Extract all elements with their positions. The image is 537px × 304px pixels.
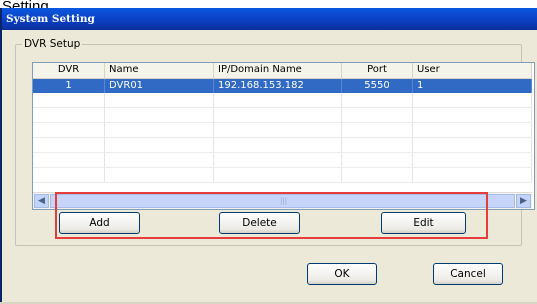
empty-row xyxy=(33,108,532,123)
cell-name: DVR01 xyxy=(105,79,214,93)
empty-row xyxy=(33,138,532,153)
empty-row xyxy=(33,153,532,168)
dvr-list-table[interactable]: DVR Name IP/Domain Name Port User 1 DVR0… xyxy=(32,62,535,210)
cell-ip: 192.168.153.182 xyxy=(214,79,342,93)
table-row[interactable]: 1 DVR01 192.168.153.182 5550 1 xyxy=(33,79,532,93)
empty-row xyxy=(33,123,532,138)
scroll-right-icon[interactable]: ▶ xyxy=(516,194,531,208)
empty-row xyxy=(33,93,532,108)
scroll-left-icon[interactable]: ◀ xyxy=(34,194,49,208)
empty-row xyxy=(33,168,532,183)
column-header-ip[interactable]: IP/Domain Name xyxy=(214,63,342,78)
group-label: DVR Setup xyxy=(22,38,83,50)
column-header-name[interactable]: Name xyxy=(105,63,214,78)
window-title: System Setting xyxy=(6,13,95,25)
title-bar[interactable]: System Setting xyxy=(2,8,537,30)
cell-port: 5550 xyxy=(342,79,413,93)
cancel-button[interactable]: Cancel xyxy=(433,263,503,285)
cell-dvr: 1 xyxy=(33,79,105,93)
column-header-port[interactable]: Port xyxy=(342,63,413,78)
highlight-box xyxy=(55,192,488,239)
column-header-user[interactable]: User xyxy=(413,63,532,78)
cell-user: 1 xyxy=(413,79,532,93)
ok-button[interactable]: OK xyxy=(307,263,377,285)
table-header: DVR Name IP/Domain Name Port User xyxy=(33,63,532,79)
column-header-dvr[interactable]: DVR xyxy=(33,63,105,78)
